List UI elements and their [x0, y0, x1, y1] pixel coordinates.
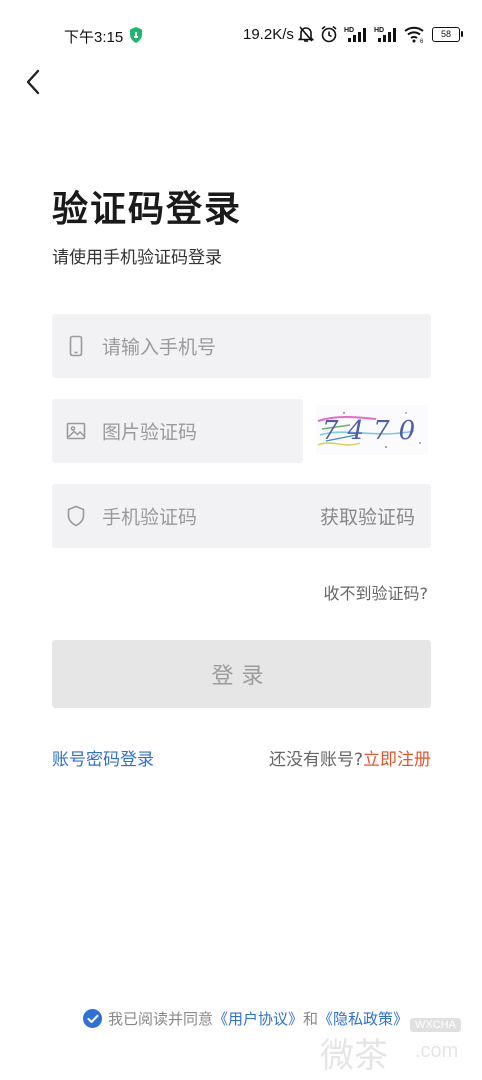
page-title: 验证码登录	[52, 189, 243, 230]
agreement-checkbox[interactable]	[83, 1009, 102, 1028]
sms-code-placeholder: 手机验证码	[102, 506, 198, 529]
no-account-text: 还没有账号?	[268, 750, 363, 770]
svg-text:HD: HD	[344, 27, 354, 34]
register-link[interactable]: 立即注册	[363, 750, 431, 770]
image-code-input[interactable]: 图片验证码	[52, 399, 303, 463]
password-login-link[interactable]: 账号密码登录	[52, 745, 154, 770]
svg-text:6: 6	[420, 39, 424, 43]
back-chevron-icon[interactable]	[22, 66, 48, 98]
agreement-prefix: 我已阅读并同意	[108, 1010, 214, 1028]
phone-input[interactable]: 请输入手机号	[52, 314, 431, 378]
watermark-suffix: .com	[415, 1040, 459, 1062]
user-agreement-link[interactable]: 《用户协议》	[213, 1008, 303, 1029]
agreement-and: 和	[303, 1010, 319, 1028]
alarm-icon	[321, 25, 337, 43]
image-code-placeholder: 图片验证码	[102, 421, 198, 444]
hd-signal-icon: HD	[344, 27, 366, 42]
no-code-link[interactable]: 收不到验证码?	[324, 580, 429, 604]
status-bar: 下午3:15 19.2K/s HD HD 6 58	[0, 0, 482, 64]
login-button[interactable]: 登录	[52, 640, 431, 708]
check-icon	[87, 1014, 98, 1023]
image-icon	[66, 422, 86, 440]
shield-icon	[67, 505, 85, 527]
watermark: WXCHA 微茶 .com	[320, 1010, 470, 1076]
page-subtitle: 请使用手机验证码登录	[52, 248, 222, 268]
status-icons: HD HD 6 58	[298, 24, 463, 44]
watermark-badge: WXCHA	[410, 1018, 461, 1032]
hd-signal-icon: HD	[374, 27, 396, 42]
mute-bell-icon	[298, 26, 314, 42]
get-code-button[interactable]: 获取验证码	[320, 503, 415, 530]
phone-placeholder: 请输入手机号	[102, 336, 217, 359]
wifi-icon: 6	[404, 26, 424, 43]
svg-text:HD: HD	[374, 27, 384, 34]
watermark-logo: 微茶	[320, 1036, 388, 1076]
register-row: 还没有账号?立即注册	[269, 745, 431, 770]
sms-code-input[interactable]: 手机验证码 获取验证码	[52, 484, 431, 548]
network-speed: 19.2K/s	[243, 26, 294, 43]
captcha-image[interactable]: 7470	[316, 405, 428, 455]
battery-icon: 58	[432, 26, 463, 42]
shield-icon	[130, 27, 142, 43]
captcha-text: 7470	[322, 416, 424, 446]
phone-icon	[69, 335, 83, 357]
status-time: 下午3:15	[64, 29, 124, 46]
